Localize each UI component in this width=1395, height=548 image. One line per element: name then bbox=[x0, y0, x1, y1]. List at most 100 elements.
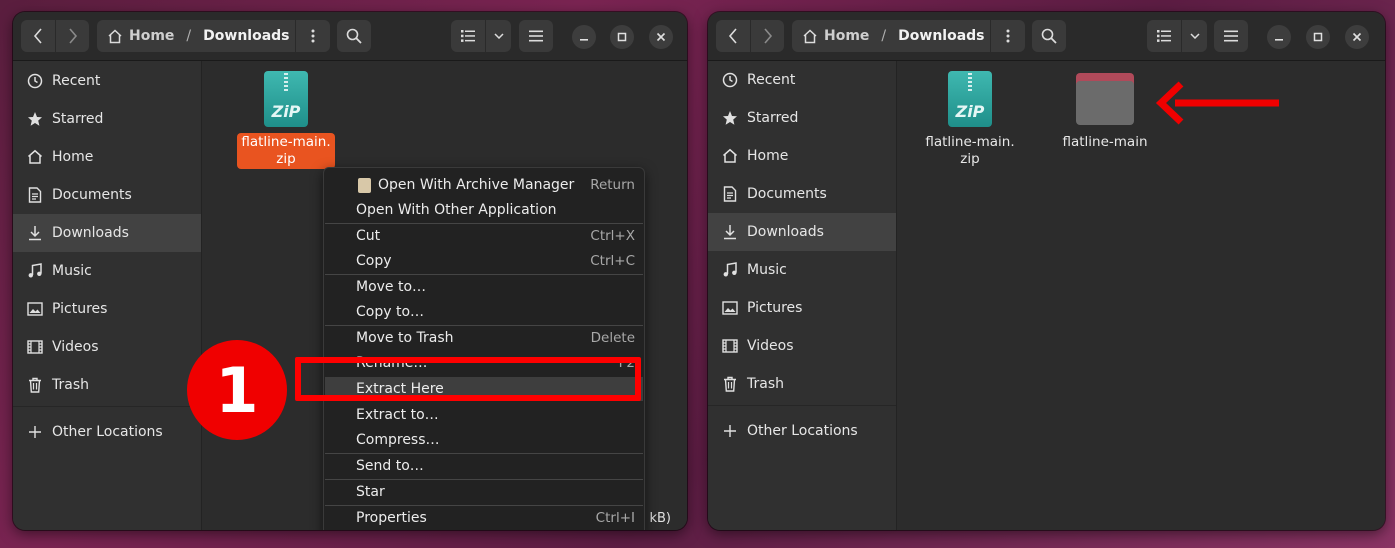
maximize-button[interactable] bbox=[1306, 25, 1330, 49]
sidebar-item-recent[interactable]: Recent bbox=[13, 62, 201, 100]
close-icon bbox=[656, 32, 666, 42]
minimize-button[interactable] bbox=[572, 25, 596, 49]
breadcrumb-current[interactable]: Downloads bbox=[898, 28, 984, 44]
search-button[interactable] bbox=[1032, 20, 1066, 52]
minimize-button[interactable] bbox=[1267, 25, 1291, 49]
sidebar-item-label: Documents bbox=[747, 186, 827, 202]
breadcrumb-home[interactable]: Home bbox=[792, 28, 869, 44]
sidebar: Recent Starred Home Documents Downloads … bbox=[708, 61, 897, 530]
breadcrumb-current[interactable]: Downloads bbox=[203, 28, 289, 44]
search-button[interactable] bbox=[337, 20, 371, 52]
sidebar-item-recent[interactable]: Recent bbox=[708, 61, 896, 99]
menu-item-copy-to[interactable]: Copy to… bbox=[325, 300, 643, 324]
path-menu-button[interactable] bbox=[990, 20, 1025, 52]
chevron-right-icon bbox=[763, 28, 772, 44]
close-button[interactable] bbox=[649, 25, 673, 49]
sidebar-item-documents[interactable]: Documents bbox=[708, 175, 896, 213]
sidebar-item-label: Home bbox=[747, 148, 789, 164]
menu-item-copy[interactable]: Copy Ctrl+C bbox=[325, 249, 643, 273]
home-icon bbox=[721, 147, 739, 165]
sidebar-item-music[interactable]: Music bbox=[13, 252, 201, 290]
sidebar-item-downloads[interactable]: Downloads bbox=[13, 214, 201, 252]
view-list-button[interactable] bbox=[1147, 20, 1181, 52]
menu-item-accel: Return bbox=[590, 177, 635, 193]
back-button[interactable] bbox=[716, 20, 750, 52]
view-options-dropdown[interactable] bbox=[485, 20, 511, 52]
sidebar-item-documents[interactable]: Documents bbox=[13, 176, 201, 214]
file-item-zip[interactable]: ZiP flatline-main. zip bbox=[920, 71, 1020, 169]
menu-item-properties[interactable]: Properties Ctrl+I bbox=[325, 506, 643, 530]
sidebar-item-label: Downloads bbox=[52, 225, 129, 241]
sidebar-item-trash[interactable]: Trash bbox=[13, 366, 201, 404]
sidebar-item-label: Videos bbox=[747, 338, 794, 354]
menu-item-label: Copy to… bbox=[356, 304, 425, 320]
sidebar-item-home[interactable]: Home bbox=[708, 137, 896, 175]
chevron-left-icon bbox=[728, 28, 737, 44]
sidebar-item-videos[interactable]: Videos bbox=[13, 328, 201, 366]
sidebar-item-label: Starred bbox=[52, 111, 104, 127]
sidebar-item-label: Music bbox=[52, 263, 92, 279]
sidebar-item-home[interactable]: Home bbox=[13, 138, 201, 176]
menu-item-extract-to[interactable]: Extract to… bbox=[325, 403, 643, 427]
breadcrumb-home-label: Home bbox=[824, 28, 870, 44]
sidebar-item-starred[interactable]: Starred bbox=[13, 100, 201, 138]
view-options-dropdown[interactable] bbox=[1181, 20, 1207, 52]
step-number-badge: 1 bbox=[187, 340, 287, 440]
sidebar-item-label: Home bbox=[52, 149, 94, 165]
sidebar-item-starred[interactable]: Starred bbox=[708, 99, 896, 137]
menu-item-open-with-other-application[interactable]: Open With Other Application bbox=[325, 198, 643, 222]
trash-icon bbox=[721, 375, 739, 393]
menu-item-accel: Ctrl+I bbox=[595, 510, 635, 526]
sidebar-item-label: Downloads bbox=[747, 224, 824, 240]
sidebar-item-other-locations[interactable]: Other Locations bbox=[708, 412, 896, 450]
file-item-folder[interactable]: flatline-main bbox=[1055, 73, 1155, 152]
menu-item-compress[interactable]: Compress… bbox=[325, 428, 643, 452]
maximize-button[interactable] bbox=[610, 25, 634, 49]
menu-item-send-to[interactable]: Send to… bbox=[325, 454, 643, 478]
forward-button[interactable] bbox=[55, 20, 89, 52]
sidebar-item-pictures[interactable]: Pictures bbox=[13, 290, 201, 328]
back-button[interactable] bbox=[21, 20, 55, 52]
hamburger-menu-icon bbox=[529, 30, 543, 42]
sidebar-item-videos[interactable]: Videos bbox=[708, 327, 896, 365]
sidebar-item-other-locations[interactable]: Other Locations bbox=[13, 413, 201, 451]
view-list-button[interactable] bbox=[451, 20, 485, 52]
menu-item-label: Open With Archive Manager bbox=[378, 177, 575, 193]
main-menu-button[interactable] bbox=[1214, 20, 1248, 52]
sidebar-item-trash[interactable]: Trash bbox=[708, 365, 896, 403]
list-view-icon bbox=[1157, 30, 1171, 42]
menu-item-move-to[interactable]: Move to… bbox=[325, 275, 643, 299]
menu-item-cut[interactable]: Cut Ctrl+X bbox=[325, 224, 643, 248]
video-icon bbox=[721, 337, 739, 355]
sidebar-separator bbox=[13, 406, 201, 407]
sidebar-item-label: Recent bbox=[52, 73, 101, 89]
minimize-icon bbox=[1275, 39, 1283, 41]
home-icon bbox=[108, 28, 122, 43]
forward-button[interactable] bbox=[750, 20, 784, 52]
menu-item-label: Properties bbox=[356, 510, 427, 526]
path-bar[interactable]: Home / Downloads bbox=[97, 20, 330, 52]
sidebar-item-downloads[interactable]: Downloads bbox=[708, 213, 896, 251]
file-view[interactable]: ZiP flatline-main. zip flatline-main bbox=[897, 61, 1385, 530]
search-icon bbox=[1041, 28, 1057, 44]
close-button[interactable] bbox=[1345, 25, 1369, 49]
path-menu-button[interactable] bbox=[295, 20, 330, 52]
menu-item-star[interactable]: Star bbox=[325, 480, 643, 504]
path-bar[interactable]: Home / Downloads bbox=[792, 20, 1025, 52]
maximize-icon bbox=[1313, 32, 1323, 42]
sidebar-item-pictures[interactable]: Pictures bbox=[708, 289, 896, 327]
close-icon bbox=[1352, 32, 1362, 42]
document-icon bbox=[26, 186, 44, 204]
menu-item-move-to-trash[interactable]: Move to Trash Delete bbox=[325, 326, 643, 350]
breadcrumb-home[interactable]: Home bbox=[97, 28, 174, 44]
sidebar-item-music[interactable]: Music bbox=[708, 251, 896, 289]
maximize-icon bbox=[617, 32, 627, 42]
file-item-zip[interactable]: ZiP flatline-main. zip bbox=[236, 71, 336, 169]
menu-item-open-with-archive-manager[interactable]: Open With Archive Manager Return bbox=[325, 173, 643, 197]
clock-icon bbox=[721, 71, 739, 89]
main-menu-button[interactable] bbox=[519, 20, 553, 52]
file-name-label: flatline-main bbox=[1062, 134, 1148, 150]
sidebar-item-label: Starred bbox=[747, 110, 799, 126]
menu-item-label: Compress… bbox=[356, 432, 440, 448]
menu-item-label: Cut bbox=[356, 228, 381, 244]
